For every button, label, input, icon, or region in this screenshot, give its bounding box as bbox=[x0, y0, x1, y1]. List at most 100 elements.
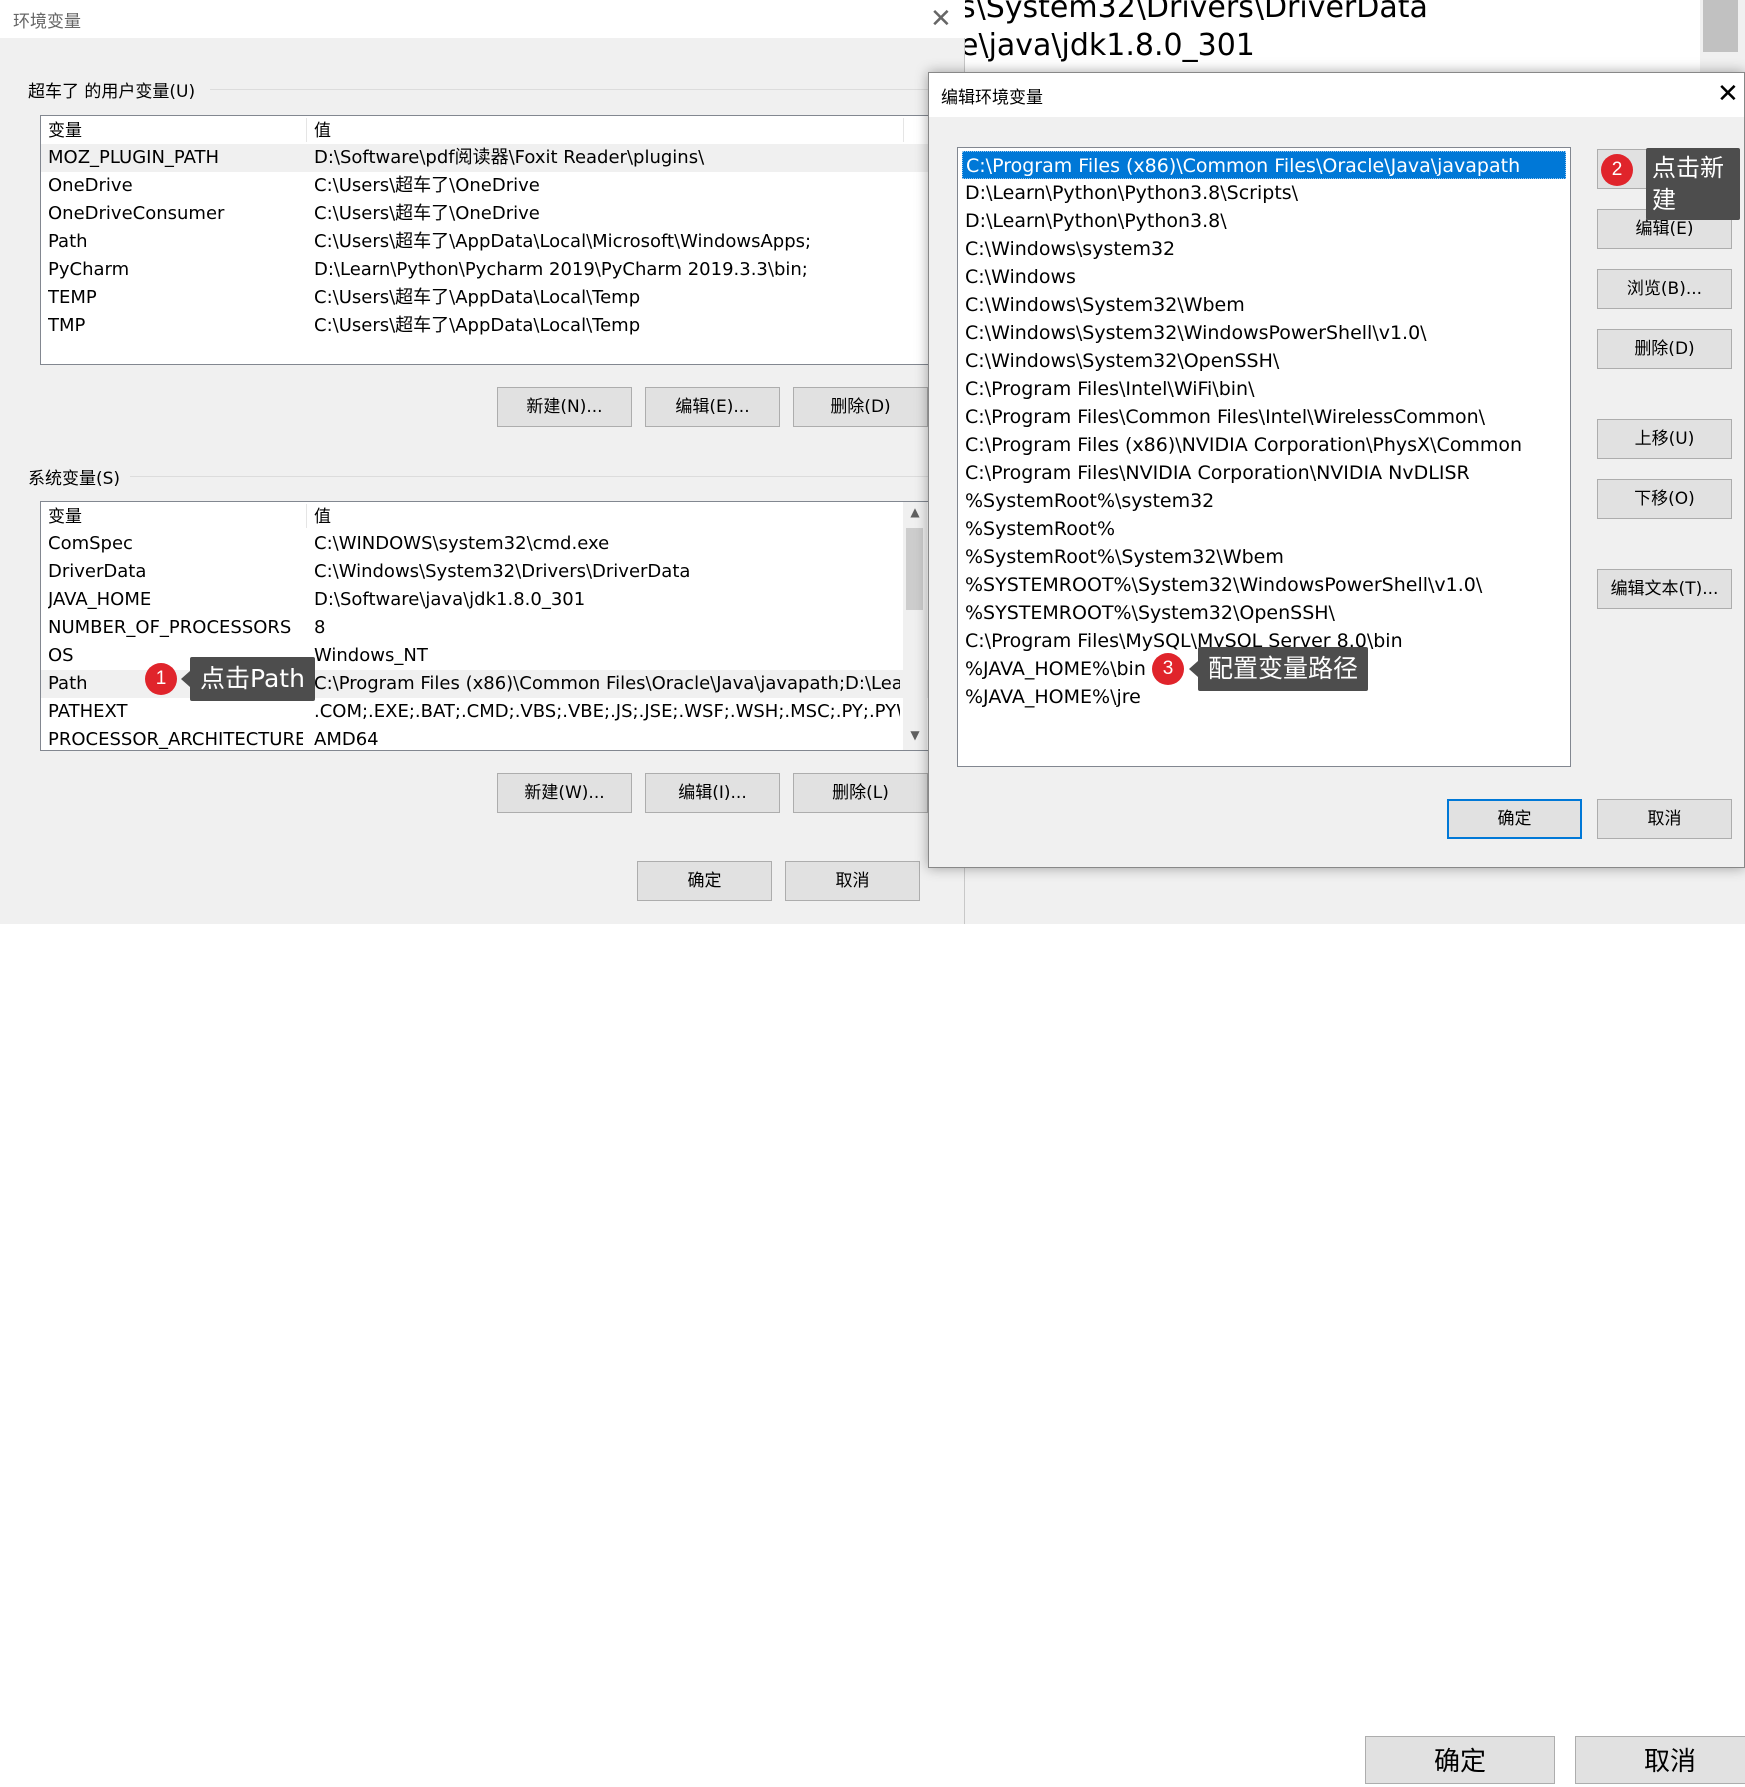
edit-dialog-title: 编辑环境变量 bbox=[941, 88, 1043, 108]
variable-name-cell: OneDriveConsumer bbox=[48, 203, 225, 224]
user-edit-button[interactable]: 编辑(E)... bbox=[645, 387, 780, 427]
variable-name-cell: DriverData bbox=[48, 561, 147, 582]
scroll-down-icon[interactable]: ▼ bbox=[903, 728, 927, 742]
variable-value-cell: C:\Users\超车了\OneDrive bbox=[314, 203, 540, 224]
variable-name-cell: PyCharm bbox=[48, 259, 130, 280]
scroll-up-icon[interactable]: ▲ bbox=[903, 505, 927, 519]
table-row[interactable]: TEMP C:\Users\超车了\AppData\Local\Temp bbox=[41, 284, 935, 312]
path-browse-button[interactable]: 浏览(B)... bbox=[1597, 269, 1732, 309]
env-cancel-button[interactable]: 取消 bbox=[785, 861, 920, 901]
path-list-item[interactable]: %SystemRoot% bbox=[962, 515, 1566, 543]
background-path-line: e\java\jdk1.8.0_301 bbox=[960, 28, 1255, 63]
variable-name-cell: MOZ_PLUGIN_PATH bbox=[48, 147, 220, 168]
user-new-button[interactable]: 新建(N)... bbox=[497, 387, 632, 427]
system-edit-button[interactable]: 编辑(I)... bbox=[645, 773, 780, 813]
path-delete-button[interactable]: 删除(D) bbox=[1597, 329, 1732, 369]
variable-name-cell: ComSpec bbox=[48, 533, 133, 554]
column-header-variable[interactable]: 变量 bbox=[41, 116, 82, 144]
column-header-value[interactable]: 值 bbox=[307, 502, 331, 530]
table-row[interactable]: OS Windows_NT bbox=[41, 642, 935, 670]
edit-ok-button[interactable]: 确定 bbox=[1447, 799, 1582, 839]
path-list-item[interactable]: C:\Windows\System32\OpenSSH\ bbox=[962, 347, 1566, 375]
path-list-item[interactable]: D:\Learn\Python\Python3.8\Scripts\ bbox=[962, 179, 1566, 207]
variable-value-cell: C:\Users\超车了\OneDrive bbox=[314, 175, 540, 196]
variable-name-cell: OneDrive bbox=[48, 175, 133, 196]
table-row[interactable]: ComSpec C:\WINDOWS\system32\cmd.exe bbox=[41, 530, 935, 558]
system-list-scrollbar[interactable]: ▲ ▼ bbox=[903, 502, 927, 750]
close-icon[interactable]: ✕ bbox=[930, 6, 952, 32]
path-move-up-button[interactable]: 上移(U) bbox=[1597, 419, 1732, 459]
step-1-badge: 1 bbox=[145, 663, 177, 695]
variable-value-cell: C:\Users\超车了\AppData\Local\Temp bbox=[314, 287, 641, 308]
path-list-item[interactable]: %SYSTEMROOT%\System32\WindowsPowerShell\… bbox=[962, 571, 1566, 599]
path-list-item[interactable]: C:\Windows\System32\WindowsPowerShell\v1… bbox=[962, 319, 1566, 347]
variable-value-cell: 8 bbox=[314, 617, 326, 638]
system-new-button[interactable]: 新建(W)... bbox=[497, 773, 632, 813]
table-row[interactable]: OneDriveConsumer C:\Users\超车了\OneDrive bbox=[41, 200, 935, 228]
close-icon[interactable]: ✕ bbox=[1717, 81, 1739, 107]
step-2-badge: 2 bbox=[1601, 154, 1633, 186]
background-footer: 确定 取消 bbox=[960, 860, 1745, 1784]
edit-cancel-button[interactable]: 取消 bbox=[1597, 799, 1732, 839]
system-delete-button[interactable]: 删除(L) bbox=[793, 773, 928, 813]
background-path-line: s\System32\Drivers\DriverData bbox=[960, 0, 1428, 25]
variable-value-cell: C:\Users\超车了\AppData\Local\Temp bbox=[314, 315, 641, 336]
column-header-variable[interactable]: 变量 bbox=[41, 502, 82, 530]
environment-variables-dialog: 环境变量 ✕ 超车了 的用户变量(U) 变量 值 MOZ_PLUGIN_PATH… bbox=[0, 0, 965, 924]
step-3-callout: 配置变量路径 bbox=[1198, 647, 1369, 691]
table-row[interactable]: Path C:\Users\超车了\AppData\Local\Microsoft… bbox=[41, 228, 935, 256]
step-1-callout: 点击Path bbox=[190, 657, 315, 701]
user-delete-button[interactable]: 删除(D) bbox=[793, 387, 928, 427]
path-list-item[interactable]: C:\Program Files (x86)\Common Files\Orac… bbox=[962, 151, 1566, 179]
variable-name-cell: TMP bbox=[48, 315, 86, 336]
env-ok-button[interactable]: 确定 bbox=[637, 861, 772, 901]
path-list-item[interactable]: C:\Windows\system32 bbox=[962, 235, 1566, 263]
path-list-item[interactable]: %SYSTEMROOT%\System32\OpenSSH\ bbox=[962, 599, 1566, 627]
variable-value-cell: C:\Users\超车了\AppData\Local\Microsoft\Win… bbox=[314, 231, 812, 252]
user-variables-list[interactable]: 变量 值 MOZ_PLUGIN_PATH D:\Software\pdf阅读器\F… bbox=[40, 115, 936, 365]
variable-value-cell: Windows_NT bbox=[314, 645, 428, 666]
step-3-badge: 3 bbox=[1152, 653, 1184, 685]
path-edit-text-button[interactable]: 编辑文本(T)... bbox=[1597, 569, 1732, 609]
scrollbar-thumb[interactable] bbox=[906, 528, 923, 610]
variable-name-cell: Path bbox=[48, 231, 88, 252]
background-cancel-button[interactable]: 取消 bbox=[1575, 1736, 1745, 1784]
variable-name-cell: PROCESSOR_ARCHITECTURE bbox=[48, 729, 303, 750]
background-scrollbar-thumb[interactable] bbox=[1703, 0, 1738, 52]
variable-name-cell: NUMBER_OF_PROCESSORS bbox=[48, 617, 292, 638]
step-2-callout: 点击新建 bbox=[1646, 148, 1740, 220]
table-row[interactable]: PyCharm D:\Learn\Python\Pycharm 2019\PyCh… bbox=[41, 256, 935, 284]
path-move-down-button[interactable]: 下移(O) bbox=[1597, 479, 1732, 519]
table-row[interactable]: DriverData C:\Windows\System32\Drivers\Dr… bbox=[41, 558, 935, 586]
table-row[interactable]: NUMBER_OF_PROCESSORS 8 bbox=[41, 614, 935, 642]
path-list-item[interactable]: C:\Program Files\Intel\WiFi\bin\ bbox=[962, 375, 1566, 403]
user-variables-label: 超车了 的用户变量(U) bbox=[28, 82, 196, 102]
path-list-item[interactable]: C:\Program Files (x86)\NVIDIA Corporatio… bbox=[962, 431, 1566, 459]
table-row[interactable]: OneDrive C:\Users\超车了\OneDrive bbox=[41, 172, 935, 200]
path-list-item[interactable]: C:\Windows bbox=[962, 263, 1566, 291]
background-ok-button[interactable]: 确定 bbox=[1365, 1736, 1555, 1784]
group-divider bbox=[210, 89, 950, 90]
user-list-header: 变量 值 bbox=[41, 116, 935, 144]
table-row[interactable]: TMP C:\Users\超车了\AppData\Local\Temp bbox=[41, 312, 935, 340]
env-dialog-titlebar: 环境变量 ✕ bbox=[0, 0, 965, 38]
path-list-item[interactable]: %SystemRoot%\System32\Wbem bbox=[962, 543, 1566, 571]
column-header-value[interactable]: 值 bbox=[307, 116, 331, 144]
path-list-item[interactable]: C:\Windows\System32\Wbem bbox=[962, 291, 1566, 319]
table-row[interactable]: PROCESSOR_ARCHITECTURE AMD64 bbox=[41, 726, 935, 750]
variable-value-cell: .COM;.EXE;.BAT;.CMD;.VBS;.VBE;.JS;.JSE;.… bbox=[314, 701, 900, 722]
system-variables-list[interactable]: 变量 值 ComSpec C:\WINDOWS\system32\cmd.exe D… bbox=[40, 501, 936, 751]
variable-value-cell: D:\Software\pdf阅读器\Foxit Reader\plugins\ bbox=[314, 147, 705, 168]
table-row[interactable]: PATHEXT .COM;.EXE;.BAT;.CMD;.VBS;.VBE;.JS… bbox=[41, 698, 935, 726]
callout-pointer bbox=[181, 671, 190, 687]
table-row[interactable]: JAVA_HOME D:\Software\java\jdk1.8.0_301 bbox=[41, 586, 935, 614]
table-row[interactable]: MOZ_PLUGIN_PATH D:\Software\pdf阅读器\Foxit … bbox=[41, 144, 935, 172]
path-list-item[interactable]: C:\Program Files\Common Files\Intel\Wire… bbox=[962, 403, 1566, 431]
variable-name-cell: JAVA_HOME bbox=[48, 589, 152, 610]
system-list-header: 变量 值 bbox=[41, 502, 935, 530]
env-dialog-title: 环境变量 bbox=[13, 12, 81, 32]
path-list-item[interactable]: D:\Learn\Python\Python3.8\ bbox=[962, 207, 1566, 235]
path-list-item[interactable]: C:\Program Files\NVIDIA Corporation\NVID… bbox=[962, 459, 1566, 487]
path-list-item[interactable]: %SystemRoot%\system32 bbox=[962, 487, 1566, 515]
column-separator[interactable] bbox=[903, 118, 904, 142]
